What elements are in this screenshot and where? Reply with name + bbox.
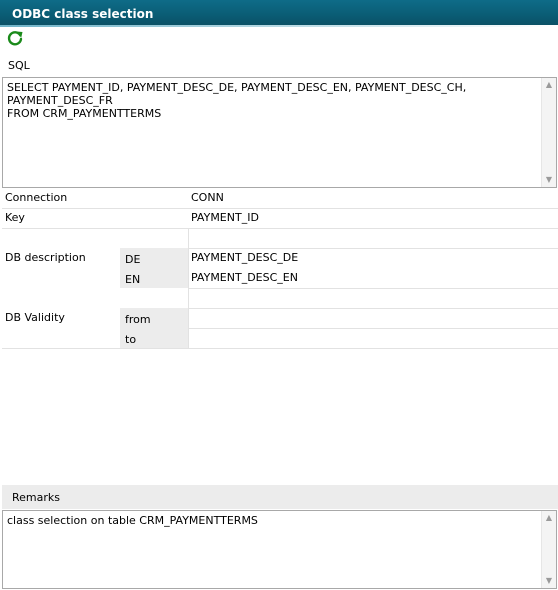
row-divider xyxy=(2,208,558,209)
scroll-up-icon[interactable]: ▲ xyxy=(542,511,556,525)
remarks-textarea[interactable]: class selection on table CRM_PAYMENTTERM… xyxy=(2,510,557,589)
remarks-scrollbar[interactable]: ▲ ▼ xyxy=(541,511,556,588)
column-divider xyxy=(188,308,189,348)
window-titlebar: ODBC class selection xyxy=(0,0,558,27)
refresh-icon xyxy=(7,31,23,46)
sql-textarea[interactable]: SELECT PAYMENT_ID, PAYMENT_DESC_DE, PAYM… xyxy=(2,77,557,188)
validity-from-label: from xyxy=(125,313,151,326)
key-value[interactable]: PAYMENT_ID xyxy=(191,211,259,224)
scroll-up-icon[interactable]: ▲ xyxy=(542,78,556,92)
refresh-button[interactable] xyxy=(6,30,24,48)
window-title: ODBC class selection xyxy=(12,7,154,21)
scroll-down-icon[interactable]: ▼ xyxy=(542,173,556,187)
db-description-label: DB description xyxy=(5,251,86,264)
row-divider xyxy=(188,248,558,249)
db-validity-label: DB Validity xyxy=(5,311,65,324)
lang-de-label: DE xyxy=(125,253,141,266)
remarks-text[interactable]: class selection on table CRM_PAYMENTTERM… xyxy=(7,514,258,527)
connection-value[interactable]: CONN xyxy=(191,191,224,204)
desc-en-value[interactable]: PAYMENT_DESC_EN xyxy=(191,271,298,284)
validity-to-input[interactable] xyxy=(191,331,551,347)
row-divider xyxy=(2,348,558,349)
sql-label: SQL xyxy=(8,59,30,72)
remarks-header: Remarks xyxy=(2,485,558,509)
connection-label: Connection xyxy=(5,191,68,204)
sql-query-text[interactable]: SELECT PAYMENT_ID, PAYMENT_DESC_DE, PAYM… xyxy=(7,81,537,120)
key-label: Key xyxy=(5,211,25,224)
validity-to-label: to xyxy=(125,333,137,346)
sql-scrollbar[interactable]: ▲ ▼ xyxy=(541,78,556,187)
row-divider xyxy=(2,228,558,229)
column-divider xyxy=(188,248,189,308)
column-divider xyxy=(188,228,189,248)
row-divider xyxy=(188,288,558,289)
row-divider xyxy=(188,308,558,309)
desc-de-value[interactable]: PAYMENT_DESC_DE xyxy=(191,251,298,264)
row-divider xyxy=(188,328,558,329)
validity-from-input[interactable] xyxy=(191,311,551,327)
remarks-label: Remarks xyxy=(12,491,60,504)
scroll-down-icon[interactable]: ▼ xyxy=(542,574,556,588)
lang-en-label: EN xyxy=(125,273,141,286)
